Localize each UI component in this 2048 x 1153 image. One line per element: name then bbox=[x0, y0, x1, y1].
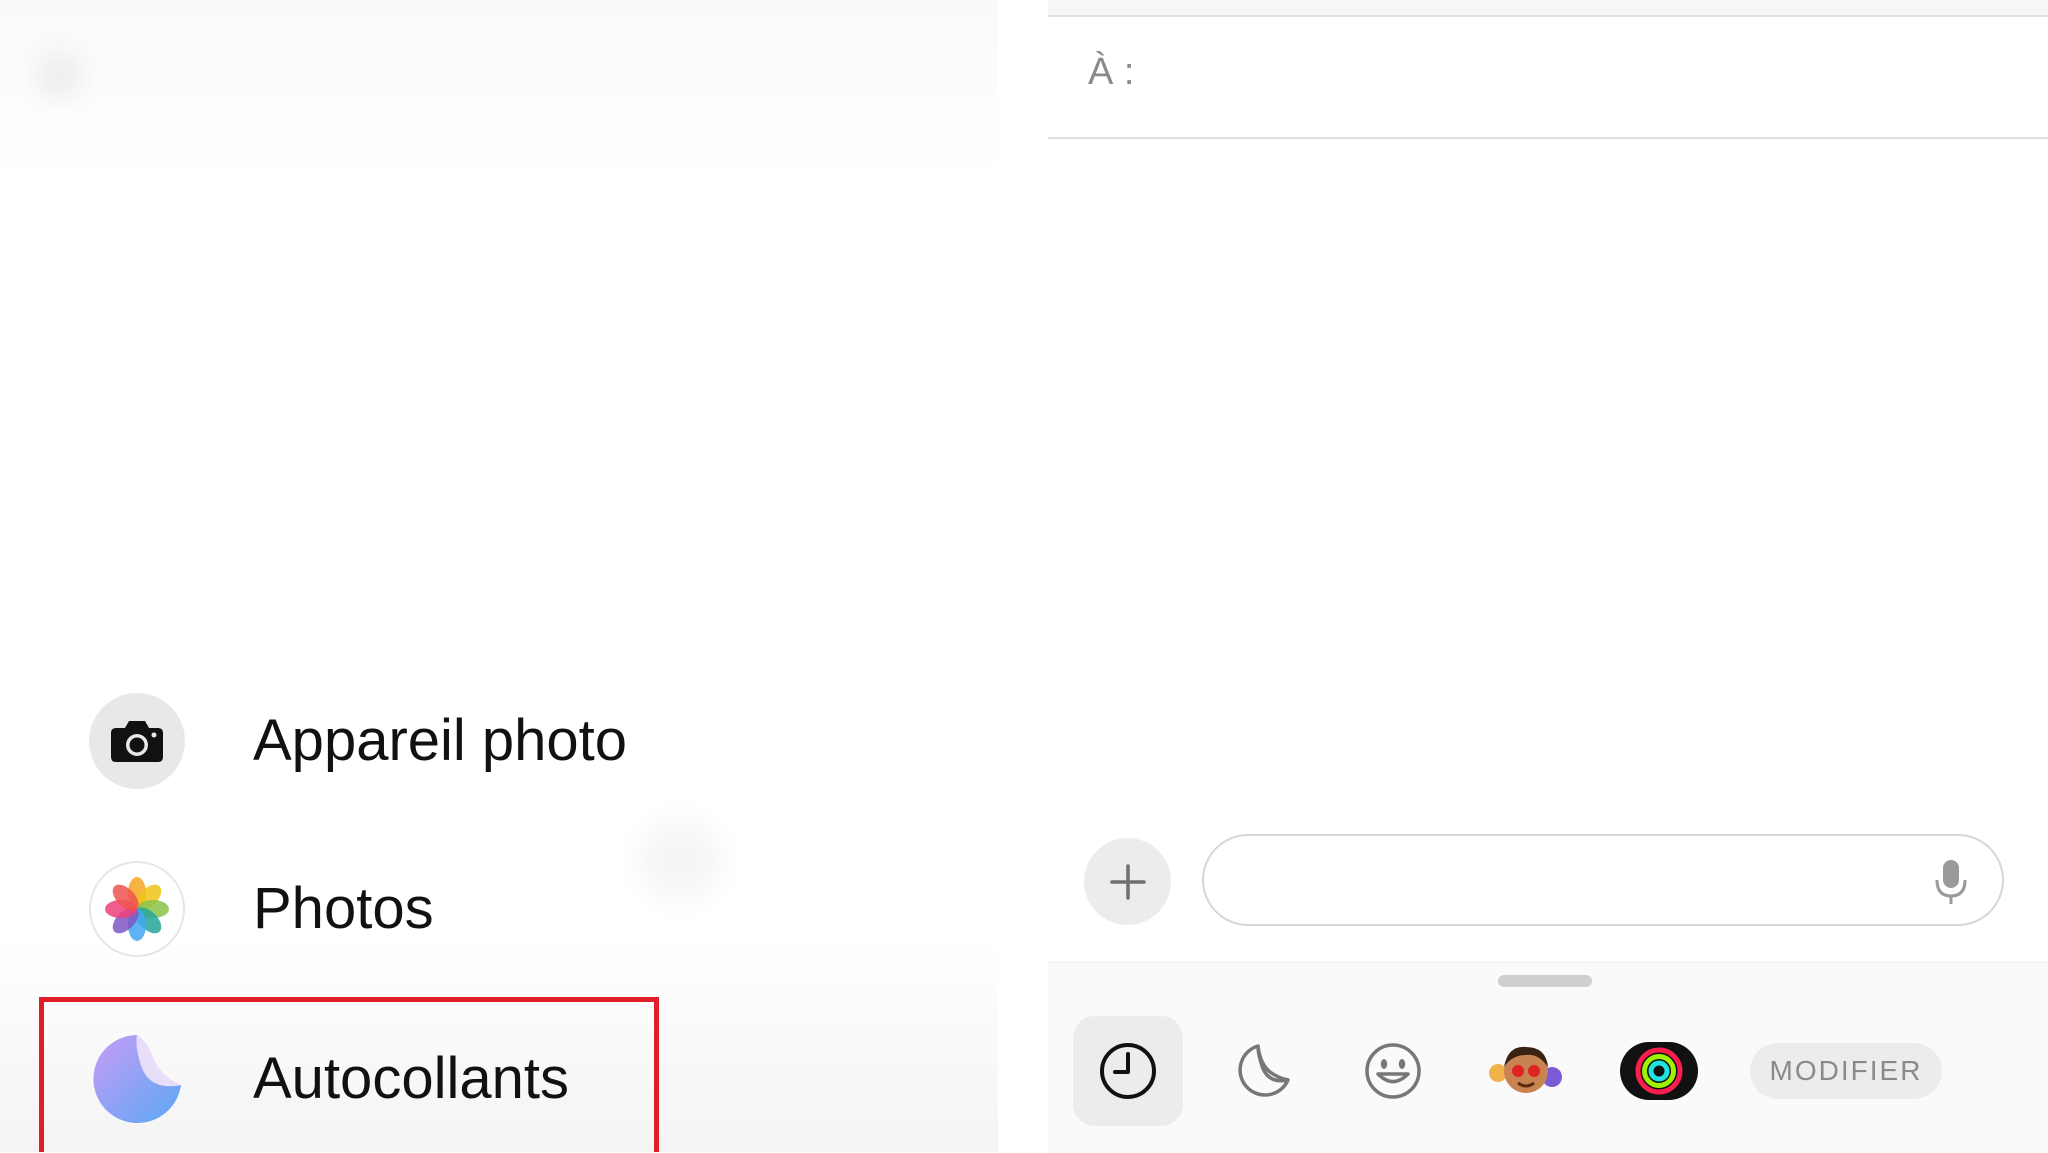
recipient-row[interactable]: À : bbox=[1048, 17, 2048, 139]
stickers-icon bbox=[1238, 1044, 1290, 1097]
emoji-icon bbox=[1365, 1043, 1421, 1099]
memoji-icon bbox=[1489, 1046, 1562, 1093]
menu-item-photos[interactable]: Photos bbox=[0, 849, 998, 969]
panel-divider bbox=[998, 0, 1048, 1152]
stickers-button[interactable] bbox=[1206, 1016, 1316, 1126]
messages-compose-panel: À : MODIFIER bbox=[1048, 0, 2048, 1153]
activity-button[interactable] bbox=[1604, 1016, 1714, 1126]
blurred-background-shape bbox=[36, 52, 82, 98]
left-panel: Appareil photo Photos Autocollants bbox=[0, 0, 998, 1152]
recipient-label: À : bbox=[1088, 51, 1135, 93]
plus-icon bbox=[1109, 863, 1146, 900]
top-bar bbox=[1048, 0, 2048, 17]
camera-icon bbox=[89, 693, 185, 789]
menu-item-label: Photos bbox=[253, 876, 434, 941]
microphone-icon[interactable] bbox=[1934, 858, 1968, 906]
menu-item-camera[interactable]: Appareil photo bbox=[0, 681, 998, 801]
emoji-button[interactable] bbox=[1338, 1016, 1448, 1126]
add-attachment-button[interactable] bbox=[1084, 838, 1171, 925]
memoji-button[interactable] bbox=[1471, 1016, 1581, 1126]
activity-rings-icon bbox=[1620, 1042, 1698, 1100]
recents-button[interactable] bbox=[1073, 1016, 1183, 1126]
modifier-button[interactable]: MODIFIER bbox=[1750, 1043, 1942, 1099]
compose-bar bbox=[1048, 830, 2048, 940]
recents-icon bbox=[1100, 1043, 1156, 1099]
menu-item-label: Appareil photo bbox=[253, 708, 628, 773]
message-input[interactable] bbox=[1202, 834, 2004, 926]
highlight-box bbox=[39, 997, 659, 1152]
photos-app-icon bbox=[89, 861, 185, 957]
drawer-handle[interactable] bbox=[1498, 975, 1592, 987]
imessage-app-tray: MODIFIER bbox=[1048, 962, 2048, 1153]
